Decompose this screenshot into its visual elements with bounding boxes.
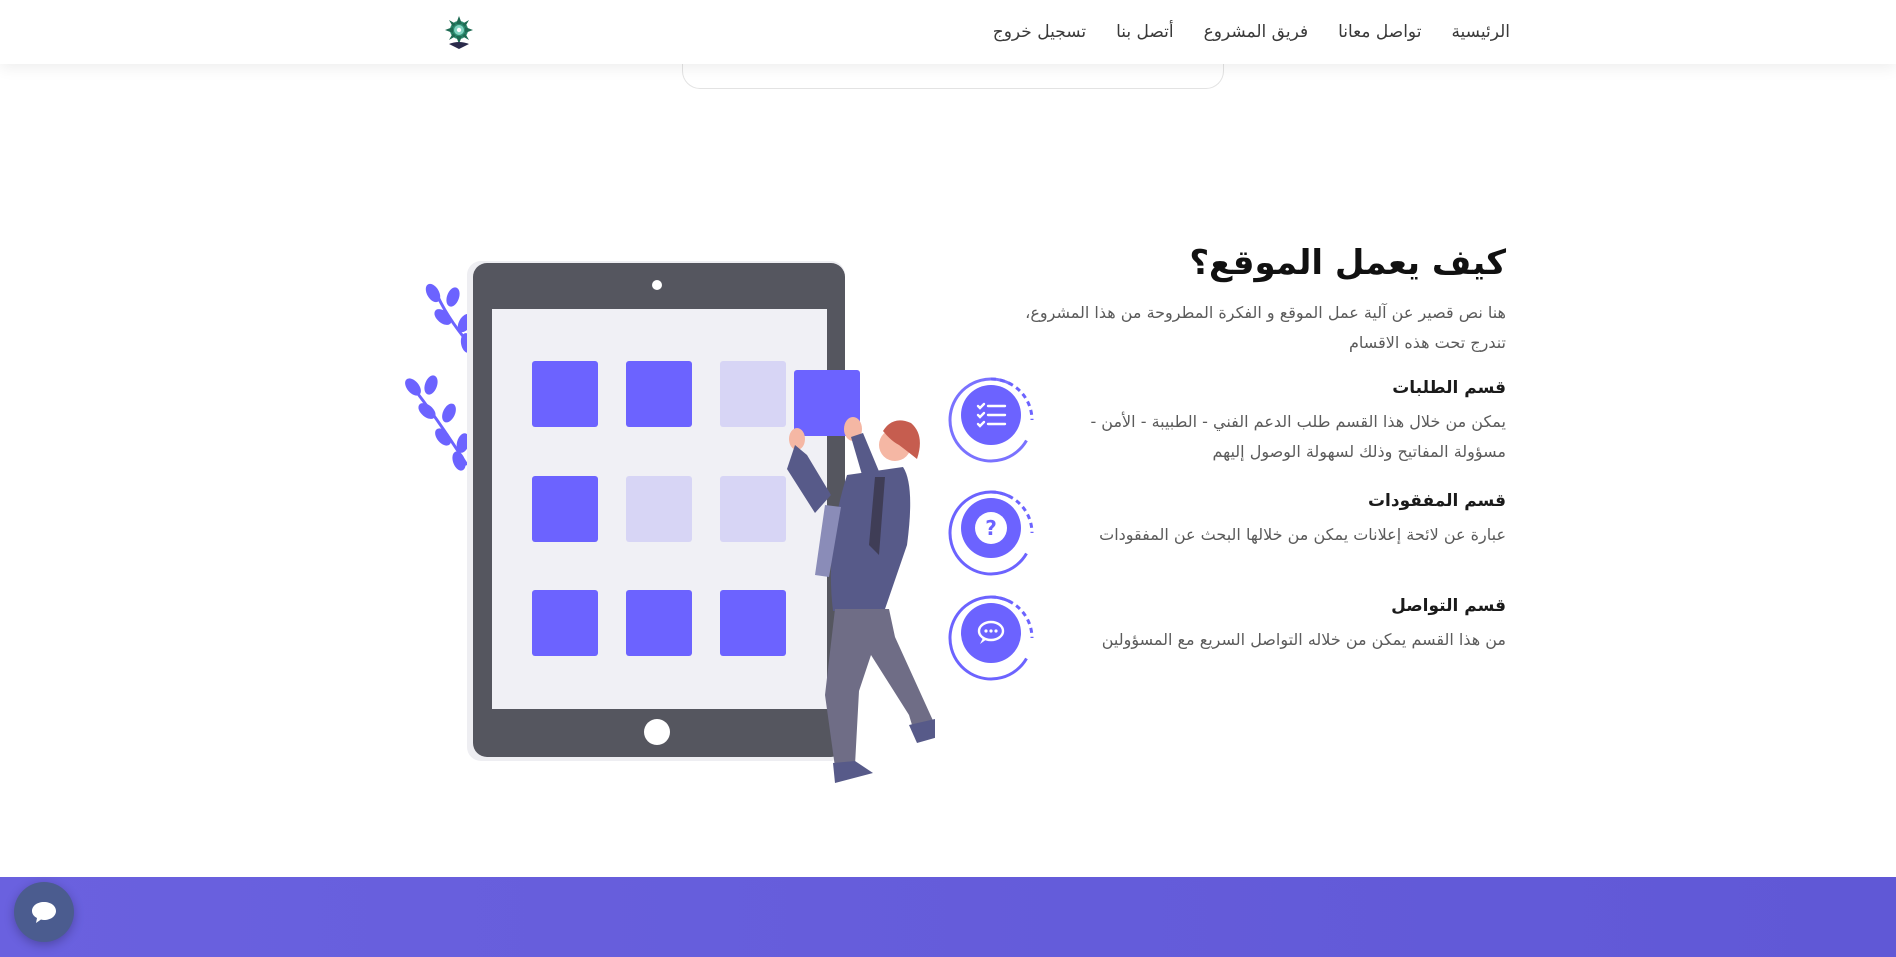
- feature-communication: قسم التواصل من هذا القسم يمكن من خلاله ا…: [946, 593, 1506, 693]
- feature-title: قسم التواصل: [1391, 596, 1506, 616]
- feature-lost-items: قسم المفقودات عبارة عن لائحة إعلانات يمك…: [946, 488, 1506, 588]
- feature-title: قسم الطلبات: [1392, 378, 1506, 398]
- feature-desc: يمكن من خلال هذا القسم طلب الدعم الفني -…: [1090, 412, 1506, 461]
- section-intro: هنا نص قصير عن آلية عمل الموقع و الفكرة …: [1025, 303, 1506, 352]
- feature-title: قسم المفقودات: [1367, 491, 1506, 511]
- nav-menu: الرئيسية تواصل معانا فريق المشروع أتصل ب…: [963, 0, 1510, 64]
- nav-contact-us[interactable]: تواصل معانا: [1338, 22, 1421, 42]
- footer-section: [0, 877, 1896, 957]
- nav-home[interactable]: الرئيسية: [1451, 22, 1510, 42]
- tablet-illustration: [405, 261, 935, 783]
- logo[interactable]: [443, 14, 475, 50]
- feature-desc: عبارة عن لائحة إعلانات يمكن من خلالها ال…: [1099, 525, 1506, 544]
- chat-dots-icon: [948, 595, 1034, 681]
- question-icon: ?: [948, 490, 1034, 576]
- leaf-branch-bottom: [405, 375, 470, 471]
- chat-widget-button[interactable]: [14, 882, 74, 942]
- feature-requests: قسم الطلبات يمكن من خلال هذا القسم طلب ا…: [946, 375, 1506, 475]
- nav-logout[interactable]: تسجيل خروج: [993, 22, 1086, 42]
- list-check-icon: [948, 377, 1034, 463]
- chat-bubble-icon: [32, 902, 56, 923]
- how-it-works-section: كيف يعمل الموقع؟ هنا نص قصير عن آلية عمل…: [946, 240, 1506, 681]
- top-navbar: الرئيسية تواصل معانا فريق المشروع أتصل ب…: [0, 0, 1896, 64]
- app-tiles: [532, 361, 786, 656]
- svg-text:?: ?: [985, 516, 997, 540]
- feature-desc: من هذا القسم يمكن من خلاله التواصل السري…: [1101, 630, 1506, 649]
- nav-project-team[interactable]: فريق المشروع: [1204, 22, 1308, 42]
- section-title: كيف يعمل الموقع؟: [1189, 243, 1506, 283]
- nav-call-us[interactable]: أتصل بنا: [1116, 22, 1174, 42]
